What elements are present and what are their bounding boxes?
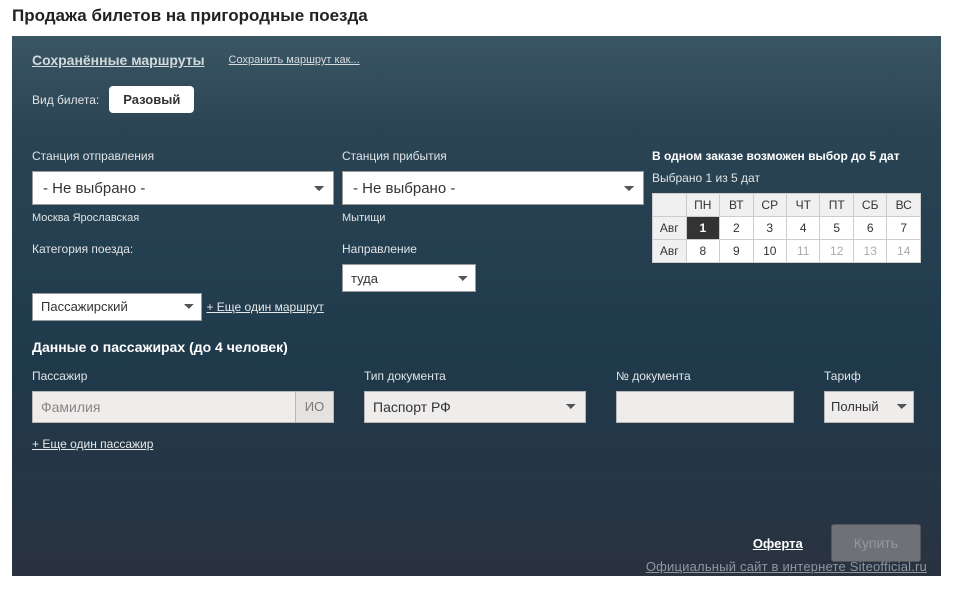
- calendar-day[interactable]: 8: [686, 240, 720, 263]
- category-label: Категория поезда:: [32, 242, 334, 256]
- ticket-type-button[interactable]: Разовый: [109, 86, 194, 113]
- watermark: Официальный сайт в интернете Siteofficia…: [646, 559, 927, 574]
- add-passenger-link[interactable]: + Еще один пассажир: [32, 437, 153, 451]
- weekday-wed: СР: [753, 194, 787, 217]
- weekday-tue: ВТ: [720, 194, 753, 217]
- top-links: Сохранённые маршруты Сохранить маршрут к…: [32, 52, 921, 68]
- arrival-select[interactable]: - Не выбрано -: [342, 171, 644, 205]
- calendar-row: Авг 8 9 10 11 12 13 14: [653, 240, 921, 263]
- doc-num-label: № документа: [616, 369, 794, 383]
- month-label: Авг: [653, 240, 687, 263]
- direction-select[interactable]: туда: [342, 264, 476, 292]
- weekday-sun: ВС: [887, 194, 921, 217]
- tariff-label: Тариф: [824, 369, 914, 383]
- weekday-sat: СБ: [853, 194, 887, 217]
- departure-select[interactable]: - Не выбрано -: [32, 171, 334, 205]
- departure-label: Станция отправления: [32, 149, 334, 163]
- ticket-type-row: Вид билета: Разовый: [32, 86, 921, 113]
- dates-selected-count: Выбрано 1 из 5 дат: [652, 171, 921, 185]
- ticket-type-label: Вид билета:: [32, 93, 99, 107]
- passenger-label: Пассажир: [32, 369, 334, 383]
- save-route-as-link[interactable]: Сохранить маршрут как...: [229, 54, 360, 66]
- passengers-title: Данные о пассажирах (до 4 человек): [32, 339, 921, 355]
- calendar-day[interactable]: 3: [753, 217, 787, 240]
- buy-button[interactable]: Купить: [831, 524, 921, 562]
- calendar-day[interactable]: 5: [820, 217, 853, 240]
- page-title: Продажа билетов на пригородные поезда: [0, 0, 953, 36]
- dates-note: В одном заказе возможен выбор до 5 дат: [652, 149, 921, 163]
- direction-label: Направление: [342, 242, 644, 256]
- calendar-day: 11: [787, 240, 820, 263]
- calendar-day: 13: [853, 240, 887, 263]
- month-label: Авг: [653, 217, 687, 240]
- calendar-row: Авг 1 2 3 4 5 6 7: [653, 217, 921, 240]
- category-select[interactable]: Пассажирский: [32, 293, 202, 321]
- calendar-day[interactable]: 2: [720, 217, 753, 240]
- calendar-day[interactable]: 7: [887, 217, 921, 240]
- arrival-label: Станция прибытия: [342, 149, 644, 163]
- calendar-day[interactable]: 1: [686, 217, 720, 240]
- surname-input[interactable]: [32, 391, 296, 423]
- calendar-day: 12: [820, 240, 853, 263]
- doc-num-input[interactable]: [616, 391, 794, 423]
- saved-routes-link[interactable]: Сохранённые маршруты: [32, 52, 205, 68]
- weekday-thu: ЧТ: [787, 194, 820, 217]
- bottom-actions: Оферта Купить: [753, 524, 921, 562]
- doc-type-label: Тип документа: [364, 369, 586, 383]
- add-route-link[interactable]: + Еще один маршрут: [206, 300, 323, 314]
- booking-panel: Сохранённые маршруты Сохранить маршрут к…: [12, 36, 941, 576]
- calendar-header-row: ПН ВТ СР ЧТ ПТ СБ ВС: [653, 194, 921, 217]
- calendar-day: 14: [887, 240, 921, 263]
- calendar-day[interactable]: 6: [853, 217, 887, 240]
- tariff-select[interactable]: Полный: [824, 391, 914, 423]
- calendar-day[interactable]: 9: [720, 240, 753, 263]
- doc-type-select[interactable]: Паспорт РФ: [364, 391, 586, 423]
- calendar: ПН ВТ СР ЧТ ПТ СБ ВС Авг 1 2 3 4 5 6 7: [652, 193, 921, 263]
- weekday-fri: ПТ: [820, 194, 853, 217]
- calendar-day[interactable]: 4: [787, 217, 820, 240]
- arrival-hint[interactable]: Мытищи: [342, 212, 644, 224]
- departure-hint[interactable]: Москва Ярославская: [32, 212, 334, 224]
- passenger-row: Пассажир ИО Тип документа Паспорт РФ № д…: [32, 369, 921, 423]
- weekday-mon: ПН: [686, 194, 720, 217]
- offer-link[interactable]: Оферта: [753, 536, 803, 551]
- calendar-day[interactable]: 10: [753, 240, 787, 263]
- initials-button[interactable]: ИО: [296, 391, 334, 423]
